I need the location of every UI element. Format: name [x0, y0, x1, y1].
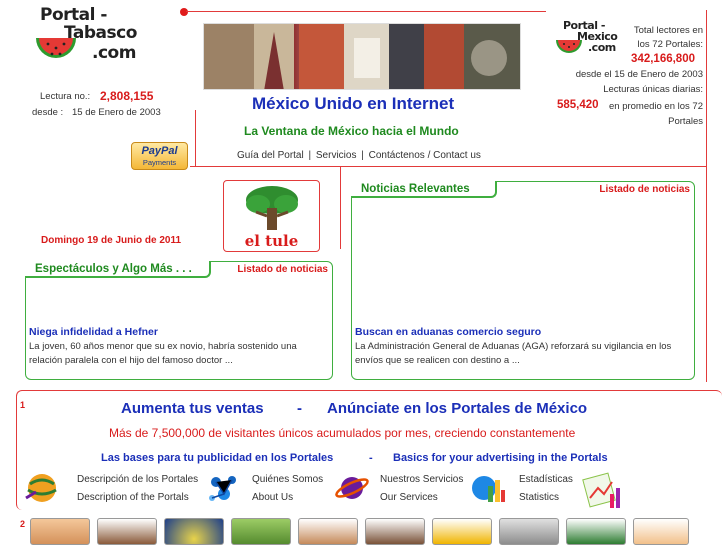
feature-estadisticas-en[interactable]: Statistics	[519, 489, 559, 507]
bases-sep: -	[369, 452, 373, 464]
header-banner-image	[203, 23, 521, 90]
red-divider-left	[195, 110, 196, 166]
nav-servicios[interactable]: Servicios	[316, 150, 357, 161]
news-left-panel: Espectáculos y Algo Más . . . Listado de…	[25, 261, 333, 380]
lectura-value: 2,808,155	[100, 89, 154, 103]
nav-guia[interactable]: Guía del Portal	[237, 150, 304, 161]
paypal-button[interactable]: PayPal Payments	[131, 142, 188, 170]
red-divider-mid	[190, 166, 706, 167]
ad-headline-a[interactable]: Aumenta tus ventas	[121, 400, 264, 417]
molecule-icon[interactable]	[206, 472, 242, 504]
nav-contact[interactable]: Contáctenos / Contact us	[369, 150, 481, 161]
stats-line1: Total lectores en	[633, 25, 703, 36]
news-left-title[interactable]: Niega infidelidad a Hefner	[29, 326, 158, 338]
thumbnail-10[interactable]	[633, 518, 689, 545]
ad-headline-sep: -	[297, 400, 302, 417]
thumbnail-7[interactable]	[432, 518, 492, 545]
bases-en[interactable]: Basics for your advertising in the Porta…	[393, 452, 608, 464]
feature-servicios-es[interactable]: Nuestros Servicios	[380, 471, 463, 489]
nav-sep: |	[361, 150, 364, 161]
news-left-body1: La joven, 60 años menor que su ex novio,…	[29, 341, 297, 352]
thumbnail-4[interactable]	[231, 518, 291, 545]
logo-line1: Portal -	[40, 5, 107, 25]
bottom-index: 2	[20, 519, 26, 529]
el-tule-ad[interactable]: el tule	[223, 180, 320, 252]
bar-chart-icon[interactable]	[470, 472, 506, 504]
feature-portales-es[interactable]: Descripción de los Portales	[77, 471, 198, 489]
logo-right-line3: .com	[588, 41, 616, 54]
feature-servicios-en[interactable]: Our Services	[380, 489, 438, 507]
thumbnail-9[interactable]	[566, 518, 626, 545]
stats-line2: los 72 Portales:	[637, 39, 703, 50]
news-left-tab: Espectáculos y Algo Más . . .	[25, 261, 211, 278]
paypal-sub: Payments	[142, 158, 177, 167]
desde-value: 15 de Enero de 2003	[72, 107, 161, 118]
red-divider	[186, 11, 546, 12]
top-nav: Guía del Portal | Servicios | Contácteno…	[236, 150, 482, 161]
feature-quienes-es[interactable]: Quiénes Somos	[252, 471, 323, 489]
red-dot	[180, 8, 188, 16]
portal-mexico-logo[interactable]: Portal - Mexico .com	[555, 20, 618, 62]
ad-headline-b[interactable]: Anúnciate en los Portales de México	[327, 400, 587, 417]
thumbnail-5[interactable]	[298, 518, 358, 545]
tree-icon	[246, 186, 298, 230]
red-divider-vert	[340, 167, 341, 249]
page-subtitle: La Ventana de México hacia el Mundo	[244, 124, 459, 138]
thumbnail-6[interactable]	[365, 518, 425, 545]
desde-label: desde :	[32, 107, 64, 118]
paypal-label: PayPal	[141, 145, 178, 157]
news-right-tab: Noticias Relevantes	[351, 181, 497, 198]
news-right-panel: Noticias Relevantes Listado de noticias …	[351, 181, 695, 380]
feature-portales-en[interactable]: Description of the Portals	[77, 489, 189, 507]
stats-daily-value: 585,420	[557, 99, 599, 111]
ad-index: 1	[20, 400, 26, 410]
portal-tabasco-logo[interactable]: Portal - Tabasco .com	[34, 6, 156, 80]
news-left-body2: relación paralela con el hijo del famoso…	[29, 355, 233, 366]
feature-estadisticas-es[interactable]: Estadísticas	[519, 471, 573, 489]
logo-line2: Tabasco	[64, 23, 137, 43]
red-divider-right	[706, 10, 707, 382]
bases-es[interactable]: Las bases para tu publicidad en los Port…	[101, 452, 333, 464]
nav-sep: |	[308, 150, 312, 161]
thumbnail-1[interactable]	[30, 518, 90, 545]
globe-icon[interactable]	[24, 472, 60, 504]
el-tule-label: el tule	[244, 232, 299, 250]
current-date: Domingo 19 de Junio de 2011	[41, 235, 182, 246]
collage-image	[204, 24, 520, 89]
stats-total: 342,166,800	[631, 53, 695, 65]
page-title: México Unido en Internet	[252, 94, 455, 113]
feature-quienes-en[interactable]: About Us	[252, 489, 293, 507]
stats-chart-icon[interactable]	[582, 470, 624, 512]
news-left-list-link[interactable]: Listado de noticias	[237, 264, 328, 275]
news-right-body1: La Administración General de Aduanas (AG…	[355, 341, 672, 352]
stats-daily-suffix: en promedio en los 72	[608, 101, 703, 112]
lectura-label: Lectura no.:	[40, 91, 91, 102]
planet-icon[interactable]	[334, 472, 370, 504]
news-right-body2: envíos que se realicen con destino a ...	[355, 355, 520, 366]
stats-daily-label: Lecturas únicas diarias:	[603, 84, 703, 95]
stats-since: desde el 15 de Enero de 2003	[575, 69, 703, 80]
news-right-title[interactable]: Buscan en aduanas comercio seguro	[355, 326, 541, 338]
news-right-list-link[interactable]: Listado de noticias	[599, 184, 690, 195]
thumbnail-2[interactable]	[97, 518, 157, 545]
logo-line3: .com	[92, 43, 136, 63]
ad-subline: Más de 7,500,000 de visitantes únicos ac…	[109, 426, 576, 440]
thumbnail-3[interactable]	[164, 518, 224, 545]
thumbnail-8[interactable]	[499, 518, 559, 545]
stats-daily-suffix2: Portales	[668, 116, 703, 127]
